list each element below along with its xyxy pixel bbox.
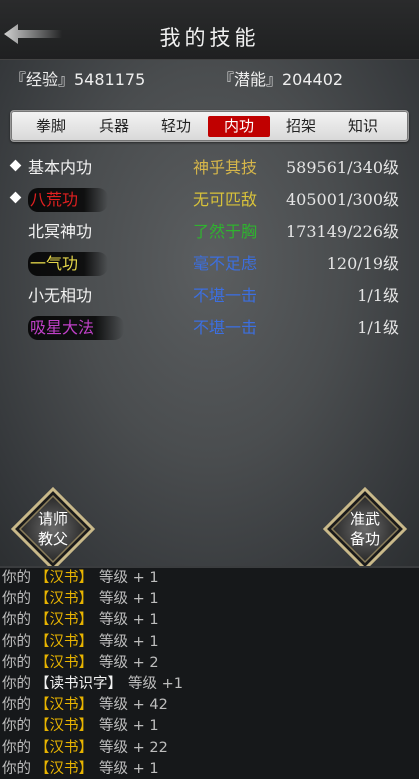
equipped-diamond-icon [9, 159, 22, 172]
log-prefix: 你的 [2, 591, 31, 608]
tab-quanjiao[interactable]: 拳脚 [27, 116, 75, 137]
log-line: 你的 【汉书】 等级 + 2 [0, 653, 419, 674]
log-suffix: 等级 + 1 [99, 760, 159, 777]
prepare-skill-label: 准武备功 [349, 510, 380, 548]
log-line: 你的 【汉书】 等级 + 1 [0, 716, 419, 737]
experience-stat: 『经验』5481175 [10, 70, 146, 89]
log-suffix: 等级 + 42 [99, 697, 168, 714]
skill-level: 1/1级 [357, 286, 399, 305]
tab-zhishi[interactable]: 知识 [339, 116, 387, 137]
skill-rank: 神乎其技 [193, 158, 258, 177]
log-line: 你的 【汉书】 等级 + 1 [0, 610, 419, 631]
message-log: 你的 【汉书】 等级 + 1 你的 【汉书】 等级 + 1 你的 【汉书】 等级 + 1 你的 【汉… [0, 566, 419, 779]
skill-rank: 了然于胸 [193, 222, 258, 241]
ask-master-label: 请师教父 [37, 510, 68, 548]
log-prefix: 你的 [2, 612, 31, 629]
log-line: 你的 【汉书】 等级 + 1 [0, 568, 419, 589]
log-line: 你的 【汉书】 等级 + 1 [0, 589, 419, 610]
skill-row[interactable]: 吸星大法 不堪一击 1/1级 [0, 312, 419, 342]
log-suffix: 等级 + 1 [99, 570, 159, 586]
stats-bar: 『经验』5481175 『潜能』204402 [0, 66, 419, 92]
log-book-name: 【汉书】 [35, 570, 93, 586]
log-line: 你的 【读书识字】 等级 +1 [0, 674, 419, 695]
log-prefix: 你的 [2, 718, 31, 735]
skill-row[interactable]: 北冥神功 了然于胸 173149/226级 [0, 216, 419, 246]
log-prefix: 你的 [2, 760, 31, 777]
log-prefix: 你的 [2, 633, 31, 650]
skill-category-tabs: 拳脚 兵器 轻功 内功 招架 知识 [10, 110, 409, 142]
log-book-name: 【汉书】 [35, 697, 93, 714]
skills-panel: 『经验』5481175 『潜能』204402 拳脚 兵器 轻功 内功 招架 知识… [0, 60, 419, 571]
log-book-name: 【汉书】 [35, 591, 93, 608]
log-prefix: 你的 [2, 654, 31, 671]
skill-row[interactable]: 八荒功 无可匹敌 405001/300级 [0, 184, 419, 214]
skill-rank: 不堪一击 [193, 318, 258, 337]
log-prefix: 你的 [2, 739, 31, 756]
skill-level: 589561/340级 [285, 158, 399, 177]
skill-rank: 无可匹敌 [193, 190, 258, 209]
log-book-name: 【汉书】 [35, 718, 93, 735]
log-suffix: 等级 + 1 [99, 718, 159, 735]
title-bar: 我的技能 [0, 0, 419, 60]
skill-row[interactable]: 一气功 毫不足虑 120/19级 [0, 248, 419, 278]
log-line: 你的 【汉书】 等级 + 42 [0, 695, 419, 716]
ask-master-button[interactable]: 请师教父 [11, 487, 95, 571]
log-suffix: 等级 + 1 [99, 612, 159, 629]
skill-level: 1/1级 [357, 318, 399, 337]
skill-name: 基本内功 [28, 158, 93, 177]
skill-level: 173149/226级 [285, 222, 399, 241]
skill-name: 一气功 [28, 252, 109, 276]
skill-name: 吸星大法 [28, 316, 125, 340]
tab-qinggong[interactable]: 轻功 [152, 116, 200, 137]
log-suffix: 等级 + 1 [99, 633, 159, 650]
log-book-name: 【汉书】 [35, 654, 93, 671]
log-suffix: 等级 + 1 [99, 591, 159, 608]
prepare-skill-button[interactable]: 准武备功 [323, 487, 407, 571]
log-book-name: 【汉书】 [35, 633, 93, 650]
log-line: 你的 【汉书】 等级 + 1 [0, 759, 419, 779]
skill-name: 八荒功 [28, 188, 109, 212]
log-book-name: 【汉书】 [35, 612, 93, 629]
skill-name: 小无相功 [28, 286, 93, 305]
skill-row[interactable]: 基本内功 神乎其技 589561/340级 [0, 152, 419, 182]
skill-row[interactable]: 小无相功 不堪一击 1/1级 [0, 280, 419, 310]
log-suffix: 等级 + 22 [99, 739, 168, 756]
tab-neigong[interactable]: 内功 [208, 116, 270, 137]
log-prefix: 你的 [2, 697, 31, 714]
skill-rank: 不堪一击 [193, 286, 258, 305]
tab-bingqi[interactable]: 兵器 [90, 116, 138, 137]
log-suffix: 等级 +1 [128, 675, 183, 692]
equipped-diamond-icon [9, 191, 22, 204]
log-suffix: 等级 + 2 [99, 654, 159, 671]
log-prefix: 你的 [2, 570, 31, 586]
log-book-name: 【汉书】 [35, 760, 93, 777]
tab-zhaojia[interactable]: 招架 [277, 116, 325, 137]
page-title: 我的技能 [159, 26, 260, 50]
log-book-name: 【汉书】 [35, 739, 93, 756]
log-line: 你的 【汉书】 等级 + 22 [0, 738, 419, 759]
skill-name: 北冥神功 [28, 222, 93, 241]
log-book-name: 【读书识字】 [35, 675, 122, 692]
skill-level: 405001/300级 [285, 190, 399, 209]
skill-rank: 毫不足虑 [193, 254, 258, 273]
potential-stat: 『潜能』204402 [218, 70, 344, 89]
log-line: 你的 【汉书】 等级 + 1 [0, 632, 419, 653]
skill-level: 120/19级 [326, 254, 399, 273]
log-prefix: 你的 [2, 675, 31, 692]
